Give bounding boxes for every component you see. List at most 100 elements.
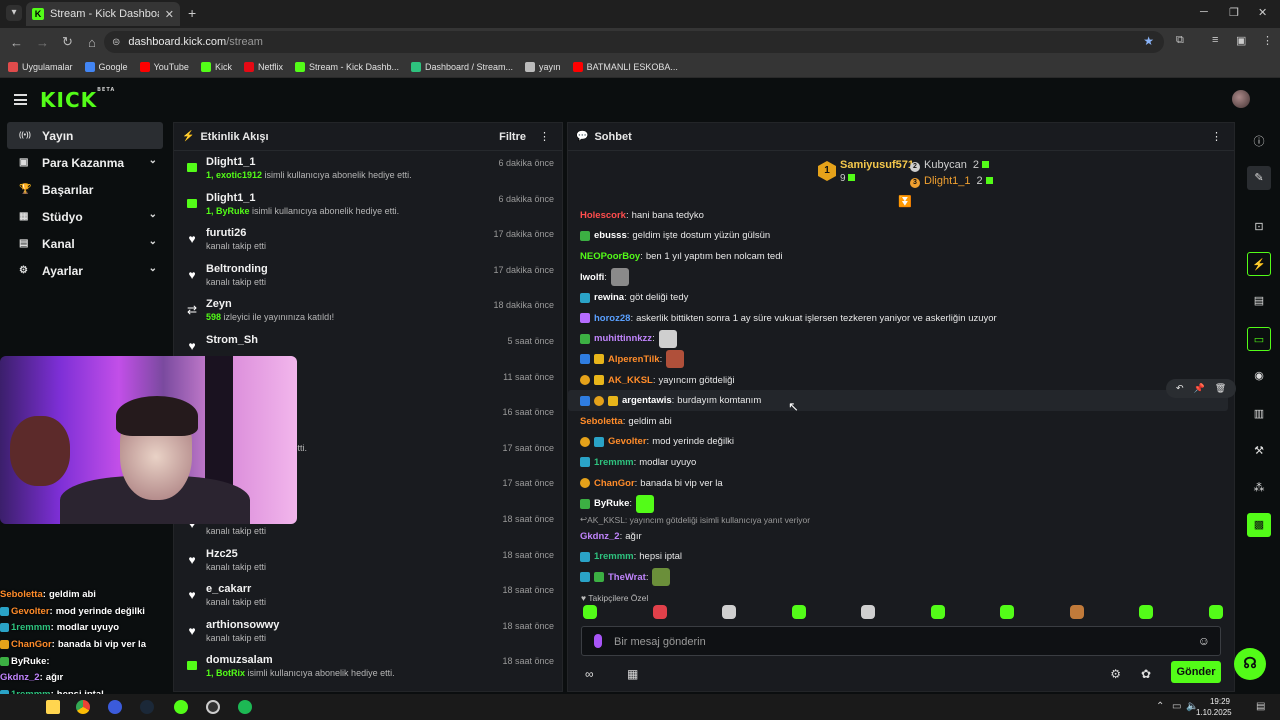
tray-chevron-icon[interactable]: ⌃ [1156, 701, 1164, 712]
leaderboard-entry[interactable]: 3 Dlight1_1 2 [910, 175, 993, 188]
sidebar-item-4[interactable]: ▤ Kanal ⌄ [7, 230, 163, 257]
new-tab-icon[interactable]: + [188, 5, 196, 21]
emote-icon[interactable] [1069, 605, 1084, 619]
infinity-icon[interactable]: ∞ [585, 667, 594, 681]
chat-toggle-icon[interactable]: ▭ [1247, 327, 1271, 351]
chat-username[interactable]: Gevolter [608, 436, 647, 447]
bookmark-item[interactable]: Kick [200, 61, 232, 72]
back-icon[interactable]: ← [10, 35, 26, 50]
activity-bolt-icon[interactable]: ⚡ [1247, 252, 1271, 276]
chat-username[interactable]: 1remmm [594, 551, 634, 562]
bookmark-item[interactable]: BATMANLI ESKOBA... [572, 61, 678, 72]
browser-tab[interactable]: K Stream - Kick Dashboard ✕ [26, 2, 180, 26]
kick-app-icon[interactable] [174, 700, 188, 714]
emote-icon[interactable] [722, 605, 737, 619]
support-headset-icon[interactable]: ☊ [1234, 648, 1266, 680]
chat-username[interactable]: horoz28 [594, 313, 630, 324]
chat-username[interactable]: ebusss [594, 230, 627, 241]
chat-username[interactable]: Seboletta [580, 416, 623, 427]
user-avatar[interactable] [1232, 90, 1250, 108]
microphone-icon[interactable] [594, 634, 602, 648]
leaderboard-entry[interactable]: 2 Kubycan 2 [910, 159, 989, 172]
taskbar-clock[interactable]: 19:29 1.10.2025 [1196, 696, 1232, 718]
notes-icon[interactable]: ▤ [1247, 289, 1271, 313]
chrome-icon[interactable] [76, 700, 90, 714]
emote-icon[interactable] [1139, 605, 1154, 619]
store-icon[interactable]: ▦ [627, 667, 638, 681]
bookmark-item[interactable]: Netflix [243, 61, 283, 72]
preview-icon[interactable]: ⊡ [1247, 215, 1271, 239]
tab-close-icon[interactable]: ✕ [165, 8, 174, 21]
extensions-icon[interactable]: ⧉ [1176, 34, 1184, 47]
chat-username[interactable]: rewina [594, 292, 624, 303]
tab-search-icon[interactable]: ▾ [6, 5, 22, 21]
info-icon[interactable]: ⓘ [1247, 130, 1271, 154]
top-gifter-name[interactable]: Samiyusuf571 [840, 159, 914, 171]
chat-username[interactable]: Gkdnz_2 [580, 531, 620, 542]
palette-icon[interactable]: ✿ [1141, 667, 1151, 681]
reload-icon[interactable]: ↻ [62, 34, 78, 50]
profile-icon[interactable]: ▣ [1236, 34, 1246, 47]
sidebar-item-1[interactable]: ▣ Para Kazanma ⌄ [7, 149, 163, 176]
bookmark-item[interactable]: Uygulamalar [8, 61, 73, 72]
bookmark-item[interactable]: Dashboard / Stream... [411, 61, 513, 72]
emoji-icon[interactable]: ☺ [1198, 634, 1210, 648]
sidebar-item-2[interactable]: 🏆 Başarılar [7, 176, 163, 203]
delete-icon[interactable]: 🗑 [1215, 383, 1226, 394]
steam-icon[interactable] [140, 700, 154, 714]
chat-username[interactable]: muhittinnkzz [594, 333, 652, 344]
kick-logo[interactable]: KICKBETA [40, 87, 115, 112]
chat-username[interactable]: lwolfi [580, 272, 604, 283]
chat-username[interactable]: 1remmm [594, 457, 634, 468]
chat-username[interactable]: Holescork [580, 210, 626, 221]
chat-username[interactable]: ByRuke [594, 498, 629, 509]
chat-username[interactable]: NEOPoorBoy [580, 251, 640, 262]
bookmark-item[interactable]: Stream - Kick Dashb... [294, 61, 399, 72]
edit-icon[interactable]: ✎ [1247, 166, 1271, 190]
chat-message-input[interactable] [614, 633, 1174, 651]
sidebar-item-5[interactable]: ⚙ Ayarlar ⌄ [7, 257, 163, 284]
app-icon[interactable] [108, 700, 122, 714]
close-window-icon[interactable]: ✕ [1258, 6, 1267, 19]
forward-icon[interactable]: → [36, 35, 52, 50]
tools-icon[interactable]: ⚒ [1247, 439, 1271, 463]
send-button[interactable]: Gönder [1171, 661, 1221, 683]
chat-username[interactable]: TheWrat [608, 572, 646, 583]
filter-button[interactable]: Filtre [499, 131, 526, 143]
notifications-icon[interactable]: ▤ [1256, 701, 1265, 712]
emote-icon[interactable] [583, 605, 597, 619]
chat-username[interactable]: AK_KKSL [608, 375, 653, 386]
emote-icon[interactable] [652, 605, 667, 619]
file-explorer-icon[interactable] [46, 700, 60, 714]
browser-menu-icon[interactable]: ⋮ [1262, 34, 1273, 47]
emote-icon[interactable] [791, 605, 806, 619]
chat-username[interactable]: argentawis [622, 395, 672, 406]
chat-username[interactable]: AlperenTilk [608, 354, 660, 365]
emote-icon[interactable] [930, 605, 945, 619]
bookmark-item[interactable]: YouTube [139, 61, 189, 72]
menu-icon[interactable] [14, 94, 27, 105]
url-field[interactable]: ⊜ dashboard.kick.com/stream ★ [104, 31, 1164, 53]
broadcast-signal-icon[interactable]: ◉ [1247, 364, 1271, 388]
restore-icon[interactable]: ❐ [1229, 6, 1239, 19]
sidebar-item-0[interactable]: ((•)) Yayın [7, 122, 163, 149]
minimize-icon[interactable]: ─ [1200, 6, 1208, 18]
site-info-icon[interactable]: ⊜ [112, 37, 120, 48]
spotify-icon[interactable] [238, 700, 252, 714]
bookmark-item[interactable]: yayın [525, 61, 561, 72]
emote-icon[interactable] [1000, 605, 1015, 619]
chat-more-icon[interactable]: ⋮ [1211, 130, 1222, 143]
bookmark-star-icon[interactable]: ★ [1143, 34, 1154, 48]
chat-username[interactable]: ChanGor [594, 478, 635, 489]
clips-icon[interactable]: ▩ [1247, 513, 1271, 537]
home-icon[interactable]: ⌂ [88, 35, 104, 50]
chat-settings-icon[interactable]: ⚙ [1110, 667, 1121, 681]
emote-icon[interactable] [1208, 605, 1223, 619]
reply-icon[interactable]: ↶ [1176, 383, 1184, 394]
sidebar-item-3[interactable]: ▦ Stüdyo ⌄ [7, 203, 163, 230]
bookmark-item[interactable]: Google [84, 61, 128, 72]
emote-icon[interactable] [861, 605, 876, 619]
obs-icon[interactable] [206, 700, 220, 714]
community-icon[interactable]: ⁂ [1247, 476, 1271, 500]
feed-more-icon[interactable]: ⋮ [539, 130, 550, 143]
